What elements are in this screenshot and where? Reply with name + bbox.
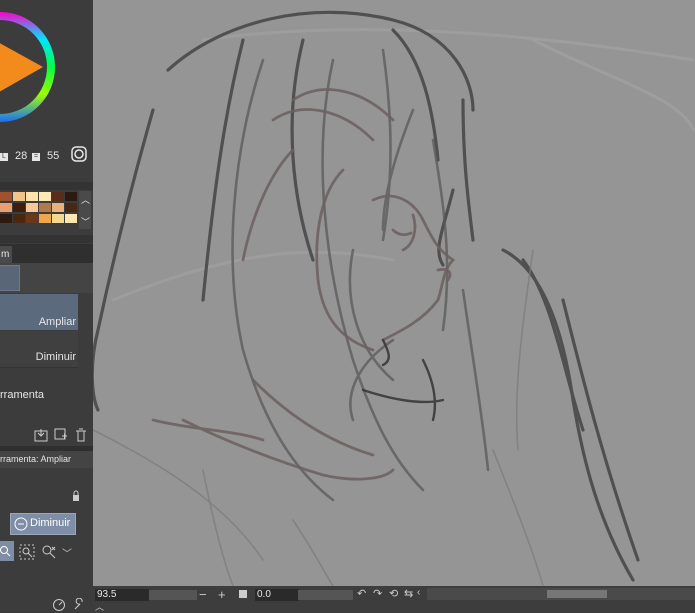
- left-footer: [0, 566, 93, 612]
- color-value-b: 55: [47, 150, 60, 162]
- zoom-in-icon[interactable]: +: [218, 587, 226, 602]
- fit-stop-icon[interactable]: [239, 590, 247, 598]
- subtool-item-label: Diminuir: [35, 351, 76, 363]
- tab-subtool[interactable]: m: [0, 246, 12, 263]
- rotate-right-icon[interactable]: ↷: [373, 587, 382, 600]
- equal-square-icon: =: [32, 153, 40, 161]
- color-wheel[interactable]: [0, 0, 55, 135]
- diminuir-button[interactable]: Diminuir: [10, 513, 76, 535]
- dial-icon[interactable]: [52, 598, 66, 612]
- diminuir-button-label: Diminuir: [30, 517, 71, 529]
- subtool-item-ampliar[interactable]: Ampliar: [0, 294, 78, 330]
- zoom-rect-icon[interactable]: [19, 544, 35, 560]
- wrench-icon[interactable]: [72, 598, 86, 612]
- tab-strip: m: [0, 244, 93, 263]
- drawing-canvas[interactable]: [93, 0, 695, 586]
- color-value-a: 28: [15, 150, 28, 162]
- status-bar: 93.5 − + 0.0 ↶ ↷ ⟲ ⇆ ‹ ︿: [93, 586, 695, 612]
- flip-icon[interactable]: ⇆: [404, 587, 413, 600]
- rotation-slider[interactable]: [298, 590, 353, 600]
- chevron-up-icon[interactable]: ︿: [81, 193, 90, 206]
- subtool-footer: [0, 424, 93, 446]
- color-set-swatches[interactable]: [0, 190, 80, 230]
- tool-property-title: rramenta: Ampliar: [0, 454, 72, 464]
- chevron-left-icon[interactable]: ‹: [417, 587, 420, 598]
- reset-rotation-icon[interactable]: ⟲: [389, 587, 398, 600]
- zoom-options-row: ﹀: [0, 538, 93, 566]
- chevron-down-icon[interactable]: ﹀: [62, 545, 72, 560]
- tool-property-area: [0, 468, 93, 508]
- zoom-out-icon[interactable]: −: [199, 587, 207, 602]
- subtool-group-button[interactable]: [0, 265, 20, 291]
- left-panel: L 28 = 55 ︿ ﹀ m Ampliar Diminuir rrament…: [0, 0, 93, 612]
- subtool-group-row: [0, 263, 93, 293]
- rotation-value-field[interactable]: 0.0: [255, 589, 299, 601]
- subtool-item-diminuir[interactable]: Diminuir: [0, 331, 78, 368]
- lock-square-icon: L: [0, 153, 8, 161]
- zoom-click-option[interactable]: [0, 541, 14, 561]
- subtool-item-label: Ampliar: [38, 316, 76, 328]
- chevron-down-icon[interactable]: ﹀: [81, 215, 90, 228]
- tool-property-tab[interactable]: rramenta: Ampliar: [0, 451, 93, 468]
- zoom-drag-icon[interactable]: [41, 544, 57, 560]
- swatch-scroll[interactable]: ︿ ﹀: [79, 191, 91, 229]
- minus-circle-icon: [14, 517, 28, 531]
- trash-icon[interactable]: [74, 428, 88, 442]
- lock-icon[interactable]: [71, 490, 81, 502]
- scrollbar-thumb[interactable]: [547, 590, 607, 598]
- zoom-slider[interactable]: [149, 590, 197, 600]
- chevron-up-icon[interactable]: ︿: [95, 600, 104, 613]
- horizontal-scrollbar[interactable]: [427, 588, 695, 600]
- add-subtool-icon[interactable]: [54, 428, 68, 442]
- copy-subtool-icon[interactable]: [34, 428, 48, 442]
- subtool-list-empty: rramenta: [0, 368, 93, 424]
- tab-subtool-label: m: [1, 249, 10, 260]
- divider: [0, 235, 93, 243]
- rotate-left-icon[interactable]: ↶: [357, 587, 366, 600]
- tool-property-header: rramenta: Ampliar: [0, 446, 93, 468]
- subtool-tool-label: rramenta: [0, 389, 45, 401]
- sketch-artwork: [93, 10, 695, 586]
- divider: [0, 182, 93, 190]
- zoom-mode-row: Diminuir: [0, 508, 93, 538]
- square-circle-icon[interactable]: [71, 146, 87, 162]
- magnifier-icon: [0, 546, 11, 557]
